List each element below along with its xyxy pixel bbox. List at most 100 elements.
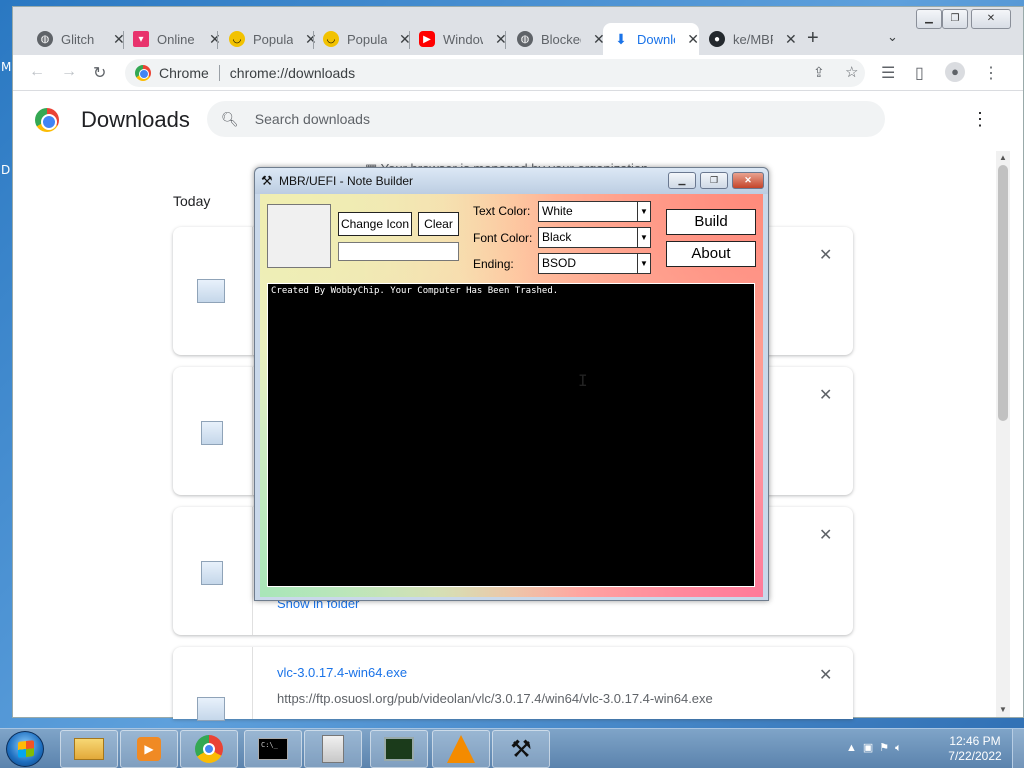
remove-download-icon[interactable]: ✕ <box>819 245 832 265</box>
tab-title: Glitch <box>61 31 95 47</box>
close-button[interactable]: ✕ <box>732 172 764 189</box>
tab-title: ke/MBR <box>733 31 773 47</box>
text-color-select[interactable]: White ▼ <box>538 201 651 222</box>
change-icon-button[interactable]: Change Icon <box>338 212 412 236</box>
downloads-more-icon[interactable]: ⋮ <box>971 109 989 130</box>
remove-download-icon[interactable]: ✕ <box>819 525 832 545</box>
taskbar-explorer[interactable] <box>60 730 118 768</box>
omnibox-url[interactable]: chrome://downloads <box>230 65 355 81</box>
reading-list-icon[interactable]: ☰ <box>881 63 895 83</box>
download-filename-link[interactable]: vlc-3.0.17.4-win64.exe <box>277 665 407 680</box>
scroll-down-icon[interactable]: ▼ <box>999 705 1007 714</box>
share-icon[interactable]: ⇪ <box>813 64 825 81</box>
dropdown-arrow-icon[interactable]: ▼ <box>637 254 650 273</box>
taskbar-calculator[interactable] <box>304 730 362 768</box>
omnibox[interactable]: Chrome chrome://downloads ⇪ ☆ <box>125 59 865 87</box>
bookmark-star-icon[interactable]: ☆ <box>845 63 858 81</box>
search-placeholder: Search downloads <box>254 111 370 127</box>
tab-windows[interactable]: ▶ Windows ✕ <box>409 23 507 55</box>
download-icon-column <box>173 647 253 721</box>
show-hidden-icons-icon[interactable]: ▲ <box>846 742 863 754</box>
download-icon-column <box>173 507 253 635</box>
close-icon[interactable]: ✕ <box>687 31 699 48</box>
show-desktop-button[interactable] <box>1012 729 1024 768</box>
taskbar-task-manager[interactable] <box>370 730 428 768</box>
clock-date: 7/22/2022 <box>948 749 1002 763</box>
close-window-button[interactable]: ✕ <box>971 9 1011 29</box>
scrollbar-thumb[interactable] <box>998 165 1008 421</box>
note-text-area[interactable]: Created By WobbyChip. Your Computer Has … <box>267 283 755 587</box>
cmd-icon: C:\_ <box>258 738 288 760</box>
downloads-header: Downloads 🔍︎ Search downloads ⋮ <box>13 91 1023 147</box>
download-url[interactable]: https://ftp.osuosl.org/pub/videolan/vlc/… <box>277 691 713 706</box>
tab-title: Downloads <box>637 31 675 47</box>
dropdown-arrow-icon[interactable]: ▼ <box>637 228 650 247</box>
tab-search-chevron-icon[interactable]: ⌄ <box>887 29 898 45</box>
reload-icon[interactable]: ↻ <box>93 63 106 83</box>
ending-label: Ending: <box>473 257 514 271</box>
github-icon: ● <box>709 31 725 47</box>
font-color-select[interactable]: Black ▼ <box>538 227 651 248</box>
maximize-button[interactable]: ❐ <box>942 9 968 29</box>
search-downloads-input[interactable]: 🔍︎ Search downloads <box>207 101 885 137</box>
tab-divider <box>217 31 218 49</box>
taskbar-vlc[interactable] <box>432 730 490 768</box>
build-button[interactable]: Build <box>666 209 756 235</box>
icon-path-field[interactable] <box>338 242 459 261</box>
forward-arrow-icon[interactable]: → <box>61 63 77 81</box>
more-menu-icon[interactable]: ⋮ <box>983 63 999 83</box>
remove-download-icon[interactable]: ✕ <box>819 665 832 685</box>
remove-download-icon[interactable]: ✕ <box>819 385 832 405</box>
tab-blocked[interactable]: ◍ Blocked ✕ <box>507 23 605 55</box>
omnibox-divider <box>218 65 220 81</box>
system-tray[interactable]: ▲▣⚑🔈︎ <box>846 741 908 755</box>
tab-online[interactable]: ▾ Online ✕ <box>123 23 221 55</box>
download-icon: ⬇ <box>615 30 627 47</box>
note-text: Created By WobbyChip. Your Computer Has … <box>271 286 559 296</box>
ending-select[interactable]: BSOD ▼ <box>538 253 651 274</box>
network-icon[interactable]: ▣ <box>863 742 879 754</box>
side-panel-icon[interactable]: ▯ <box>915 63 924 83</box>
minimize-button[interactable]: ▁ <box>668 172 696 189</box>
maximize-button[interactable]: ❐ <box>700 172 728 189</box>
new-tab-button[interactable]: + <box>807 27 819 50</box>
back-arrow-icon[interactable]: ← <box>29 63 45 81</box>
volume-icon[interactable]: 🔈︎ <box>895 742 908 754</box>
note-builder-client: Change Icon Clear Text Color: White ▼ Fo… <box>260 194 763 597</box>
text-color-label: Text Color: <box>473 204 531 218</box>
download-icon-column <box>173 367 253 495</box>
start-button[interactable] <box>6 731 44 767</box>
about-button[interactable]: About <box>666 241 756 267</box>
taskbar-clock[interactable]: 12:46 PM 7/22/2022 <box>944 734 1006 764</box>
omnibox-site-label: Chrome <box>159 65 209 81</box>
note-builder-window: ⚒ MBR/UEFI - Note Builder ▁ ❐ ✕ Change I… <box>254 167 769 601</box>
note-builder-titlebar[interactable]: ⚒ MBR/UEFI - Note Builder ▁ ❐ ✕ <box>255 168 768 194</box>
tab-downloads[interactable]: ⬇ Downloads ✕ <box>603 23 699 55</box>
tab-divider <box>505 31 506 49</box>
action-center-icon[interactable]: ⚑ <box>879 742 895 754</box>
tab-glitch[interactable]: ◍ Glitch ✕ <box>27 23 125 55</box>
tab-github[interactable]: ● ke/MBR ✕ <box>699 23 797 55</box>
dropdown-arrow-icon[interactable]: ▼ <box>637 202 650 221</box>
desktop-icon-label[interactable]: M <box>1 60 11 74</box>
tab-popular-2[interactable]: ◡ Popular ✕ <box>313 23 411 55</box>
scroll-up-icon[interactable]: ▲ <box>999 153 1007 162</box>
clear-button[interactable]: Clear <box>418 212 459 236</box>
minimize-button[interactable]: ▁ <box>916 9 942 29</box>
desktop-icon-label[interactable]: D <box>1 163 10 177</box>
task-manager-icon <box>384 737 414 761</box>
taskbar-cmd[interactable]: C:\_ <box>244 730 302 768</box>
taskbar-chrome[interactable] <box>180 730 238 768</box>
close-icon[interactable]: ✕ <box>785 31 797 48</box>
tab-title: Popular <box>347 31 387 47</box>
font-color-value: Black <box>542 230 572 244</box>
tab-popular-1[interactable]: ◡ Popular ✕ <box>219 23 317 55</box>
taskbar-note-builder[interactable]: ⚒ <box>492 730 550 768</box>
profile-avatar-icon[interactable]: ● <box>945 62 965 82</box>
file-icon <box>201 561 223 585</box>
taskbar: ▶ C:\_ ⚒ ▲▣⚑🔈︎ 12:46 PM 7/22/2022 <box>0 728 1024 768</box>
page-scrollbar[interactable]: ▲ ▼ <box>996 151 1010 717</box>
globe-icon: ◍ <box>37 31 53 47</box>
file-icon <box>197 697 225 721</box>
taskbar-media-player[interactable]: ▶ <box>120 730 178 768</box>
